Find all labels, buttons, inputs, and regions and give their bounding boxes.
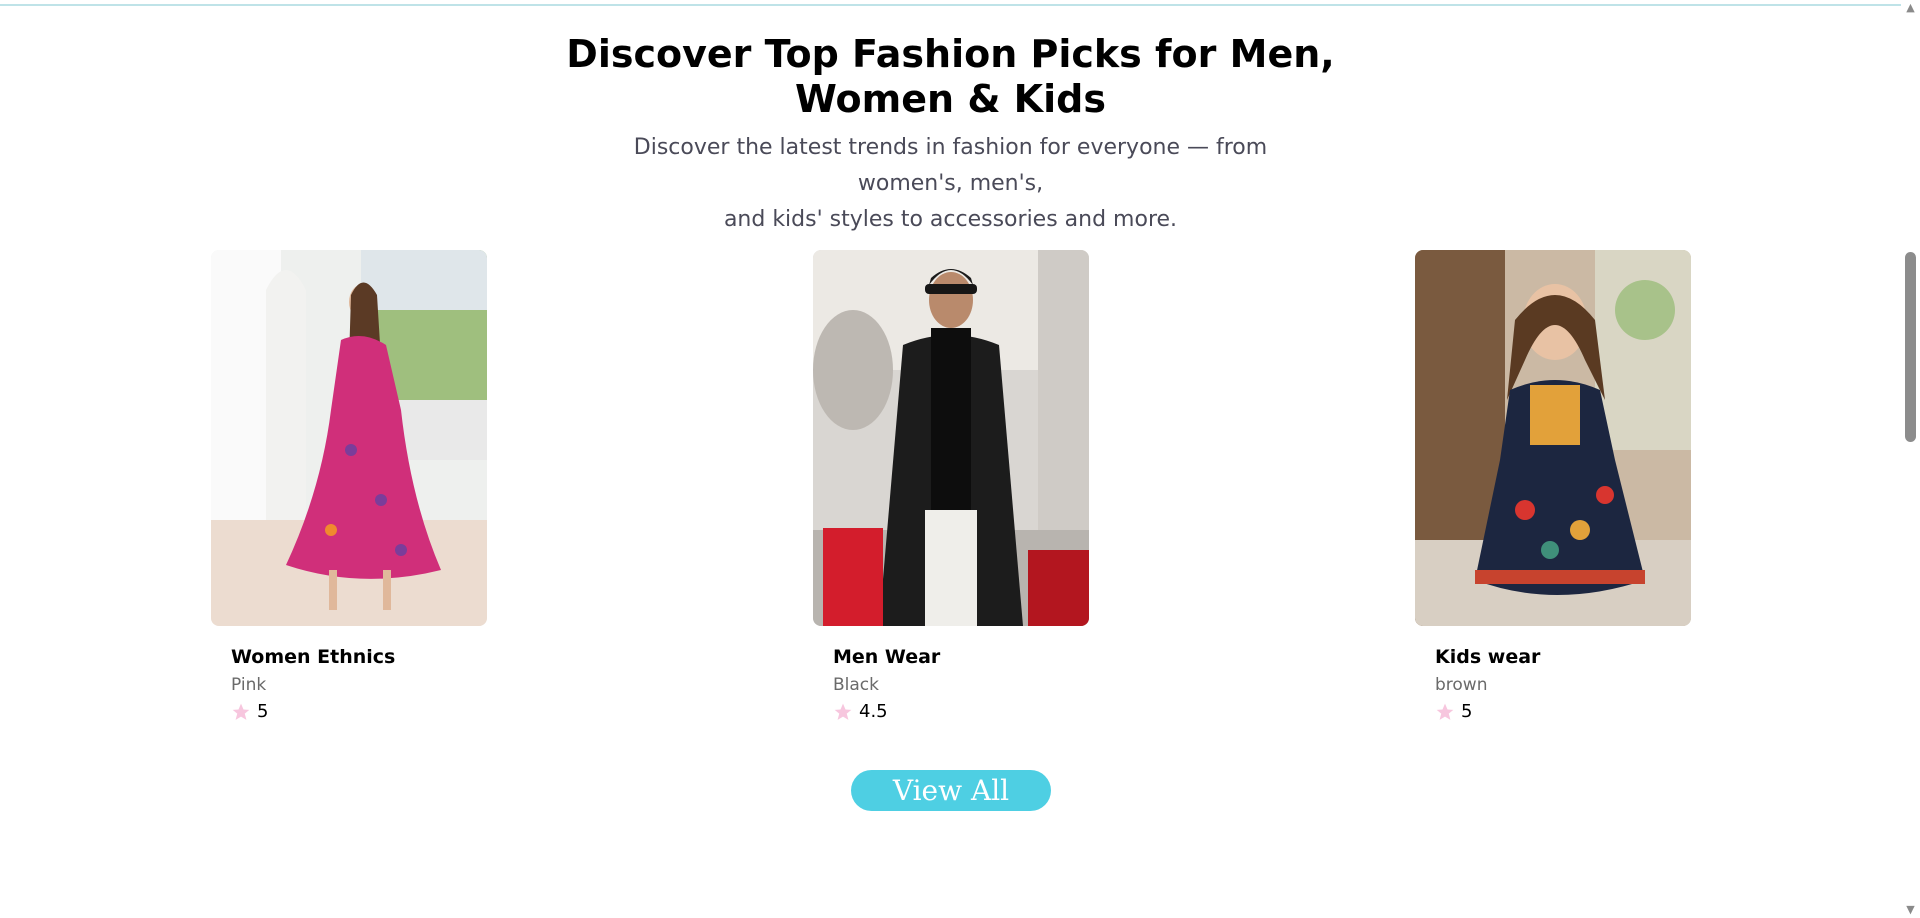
view-all-button[interactable]: View All (851, 770, 1051, 811)
product-name[interactable]: Men Wear (833, 644, 1089, 670)
star-icon (232, 703, 250, 720)
product-card-kids-wear[interactable]: Kids wear brown 5 (1415, 250, 1691, 725)
star-icon (1436, 703, 1454, 720)
product-name[interactable]: Kids wear (1435, 644, 1691, 670)
product-card-women-ethnics[interactable]: Women Ethnics Pink 5 (211, 250, 487, 725)
title-line-1: Discover Top Fashion Picks for Men, (566, 32, 1335, 76)
product-image-women-ethnics[interactable] (211, 250, 487, 626)
kids-wear-photo (1415, 250, 1691, 626)
product-name[interactable]: Women Ethnics (231, 644, 487, 670)
subtitle-line-2: and kids' styles to accessories and more… (723, 207, 1178, 232)
vertical-scrollbar[interactable]: ▲ ▼ (1901, 0, 1920, 918)
rating-value: 5 (1461, 701, 1473, 722)
rating-value: 4.5 (859, 701, 888, 722)
product-image-men-wear[interactable] (813, 250, 1089, 626)
women-ethnics-photo (211, 250, 487, 626)
product-image-kids-wear[interactable] (1415, 250, 1691, 626)
scroll-down-arrow-icon[interactable]: ▼ (1905, 904, 1916, 916)
product-card-men-wear[interactable]: Men Wear Black 4.5 (813, 250, 1089, 725)
star-icon (834, 703, 852, 720)
product-rating: 5 (1435, 699, 1691, 725)
product-color: brown (1435, 675, 1488, 695)
scroll-up-arrow-icon[interactable]: ▲ (1905, 2, 1916, 14)
subtitle-line-1: Discover the latest trends in fashion fo… (633, 135, 1268, 196)
product-color: Pink (231, 675, 267, 695)
rating-value: 5 (257, 701, 269, 722)
title-line-2: Women & Kids (795, 77, 1106, 121)
product-color: Black (833, 675, 879, 695)
product-rating: 4.5 (833, 699, 1089, 725)
top-border (0, 0, 1901, 6)
men-wear-photo (813, 250, 1089, 626)
scrollbar-thumb[interactable] (1905, 252, 1916, 442)
product-rating: 5 (231, 699, 487, 725)
page-subtitle: Discover the latest trends in fashion fo… (580, 130, 1321, 238)
page-title: Discover Top Fashion Picks for Men, Wome… (0, 32, 1901, 122)
